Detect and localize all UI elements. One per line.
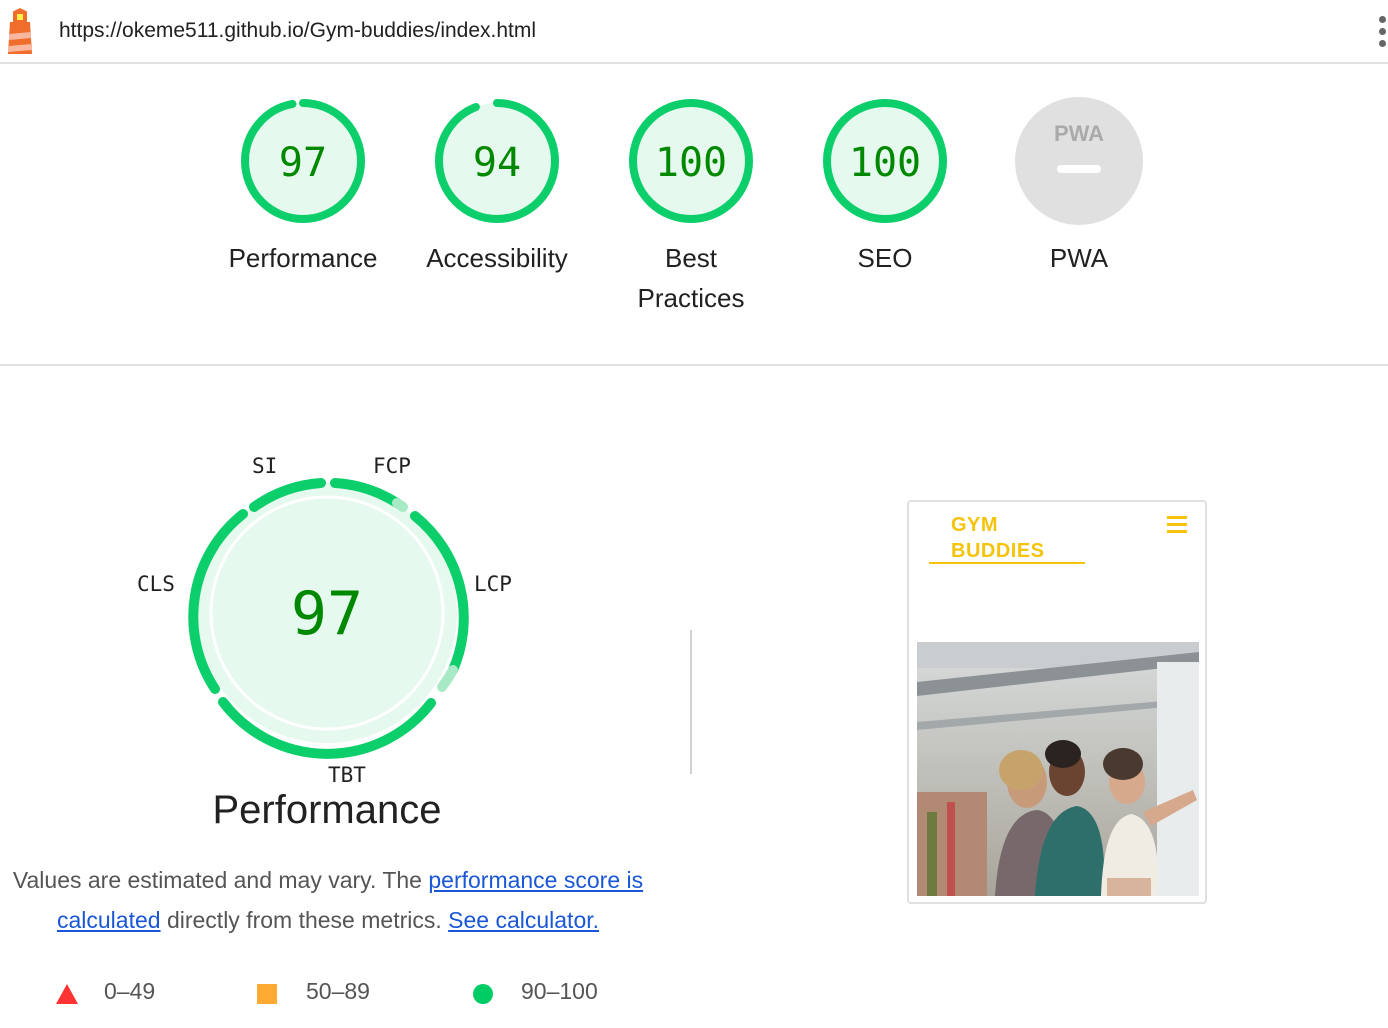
gauge-seo[interactable]: 100 SEO <box>790 96 980 278</box>
gauge-label: Accessibility <box>426 243 568 273</box>
vertical-divider <box>690 630 692 774</box>
top-bar: https://okeme511.github.io/Gym-buddies/i… <box>0 0 1388 64</box>
lighthouse-icon <box>8 8 32 54</box>
hamburger-icon <box>1167 516 1187 533</box>
gauge-label: Best Practices <box>637 243 745 313</box>
gauge-label: Performance <box>228 243 378 273</box>
gauge-label: PWA <box>1049 243 1109 273</box>
gauge-label: SEO <box>857 243 913 273</box>
metric-label-fcp: FCP <box>373 454 411 478</box>
page-url[interactable]: https://okeme511.github.io/Gym-buddies/i… <box>59 19 536 43</box>
performance-metrics-gauge: 97 <box>188 478 469 759</box>
gauge-score: 100 <box>849 140 921 186</box>
metric-label-tbt: TBT <box>328 763 366 787</box>
gym-buddies-logo: GYM BUDDIES <box>951 514 1045 562</box>
gauge-score: 100 <box>655 140 727 186</box>
legend-range: 50–89 <box>306 978 370 1004</box>
description-text: directly from these metrics. <box>160 907 449 933</box>
gauge-score: 97 <box>279 140 327 186</box>
gauge-accessibility[interactable]: 94 Accessibility <box>402 96 592 278</box>
metric-label-cls: CLS <box>137 572 175 596</box>
legend-range: 90–100 <box>521 978 598 1004</box>
section-divider <box>0 364 1388 366</box>
square-icon <box>257 984 277 1004</box>
best-practices-gauge-ring: 100 <box>629 99 753 223</box>
score-description: Values are estimated and may vary. The p… <box>4 860 652 940</box>
logo-underline <box>929 562 1085 564</box>
performance-gauge-ring: 97 <box>241 99 365 223</box>
performance-score: 97 <box>291 579 363 649</box>
gauge-best-practices[interactable]: 100 Best Practices <box>596 96 786 318</box>
gauge-performance[interactable]: 97 Performance <box>208 96 398 278</box>
hero-image <box>917 642 1199 896</box>
legend-range: 0–49 <box>104 978 156 1004</box>
performance-title: Performance <box>212 788 442 832</box>
gauge-score: 94 <box>473 140 521 186</box>
gauge-pwa[interactable]: PWA PWA <box>984 96 1174 278</box>
metric-label-lcp: LCP <box>474 572 512 596</box>
seo-gauge-ring: 100 <box>823 99 947 223</box>
description-text: Values are estimated and may vary. The <box>12 867 429 893</box>
accessibility-gauge-ring: 94 <box>435 99 559 223</box>
metric-label-si: SI <box>252 454 278 478</box>
triangle-icon <box>56 984 78 1004</box>
more-vert-icon[interactable] <box>1379 16 1388 50</box>
circle-icon <box>473 984 493 1004</box>
final-screenshot[interactable]: GYM BUDDIES <box>907 500 1207 904</box>
pwa-badge-text: PWA <box>1054 121 1104 146</box>
see-calculator-link[interactable]: See calculator. <box>448 907 599 933</box>
pwa-badge-icon: PWA <box>1015 97 1143 225</box>
